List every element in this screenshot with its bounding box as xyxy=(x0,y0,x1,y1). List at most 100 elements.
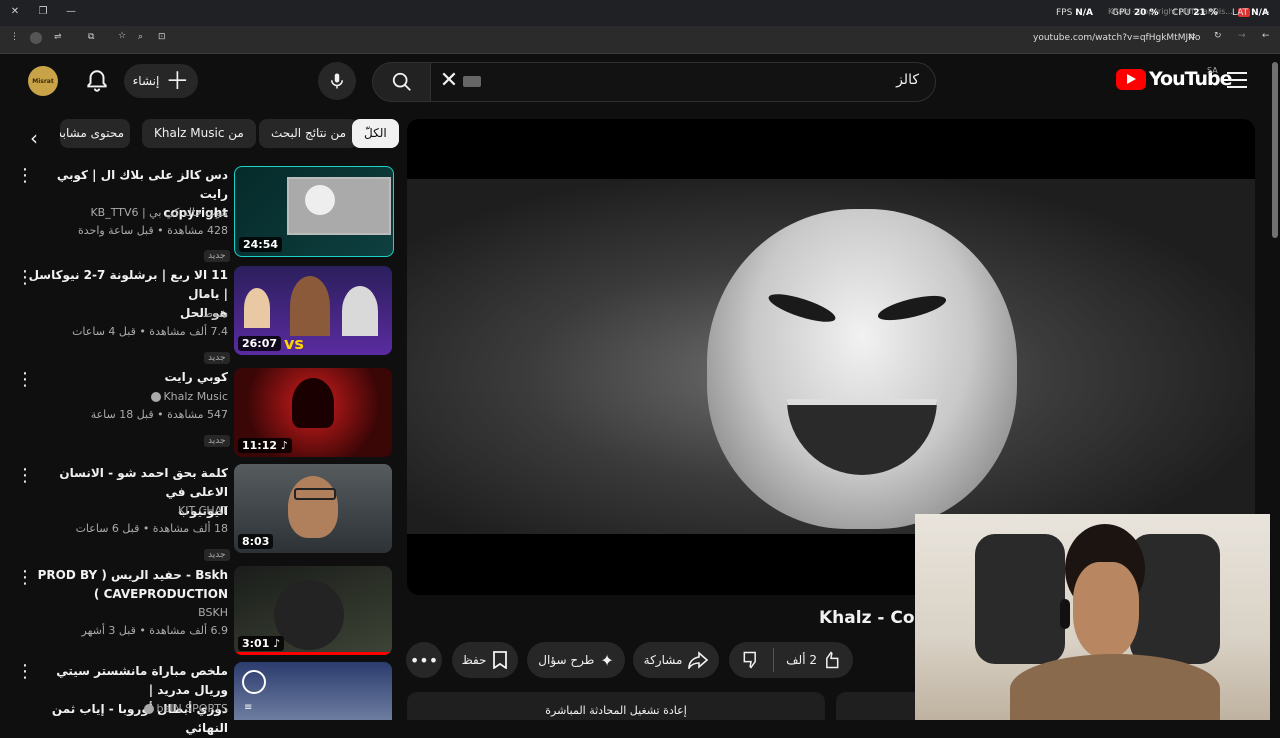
verified-icon xyxy=(144,704,155,714)
reload-icon[interactable]: ↻ xyxy=(1214,31,1222,41)
new-badge: جديد xyxy=(204,542,230,561)
video-title[interactable]: كوبي رايت xyxy=(28,368,228,387)
mask-face xyxy=(707,209,1017,529)
hamburger-menu-icon[interactable] xyxy=(1227,72,1247,88)
bell-icon[interactable] xyxy=(84,68,110,94)
search-icon xyxy=(392,72,411,91)
extensions-icon[interactable]: ⇌ xyxy=(54,32,62,42)
thumbnail[interactable]: 8:03 xyxy=(234,464,392,553)
chip-all[interactable]: الكلّ xyxy=(352,119,399,148)
video-duration: 11:12 ♪ xyxy=(238,438,292,453)
voice-search-button[interactable] xyxy=(318,62,356,100)
more-options-button[interactable]: ••• xyxy=(406,642,442,678)
forward-icon[interactable]: → xyxy=(1238,31,1246,41)
channel-name[interactable]: KIT CHAT xyxy=(28,502,228,520)
new-badge: جديد xyxy=(204,428,230,447)
like-count: 2 ألف xyxy=(786,653,817,667)
clear-search-icon[interactable]: ✕ xyxy=(437,69,461,93)
chevron-down-icon[interactable]: ⌄ xyxy=(1260,5,1274,19)
channel-name[interactable]: Khalz Music xyxy=(28,388,228,406)
thumbnail[interactable]: ≡ xyxy=(234,662,392,720)
video-duration: 24:54 xyxy=(239,237,283,252)
chair-back-right xyxy=(1130,534,1220,664)
thumbnail[interactable]: 11:12 ♪ xyxy=(234,368,392,457)
url-text[interactable]: youtube.com/watch?v=qfHgkMtMJNo xyxy=(1033,33,1200,43)
search-button[interactable] xyxy=(372,62,432,102)
share-button[interactable]: مشاركة xyxy=(633,642,719,678)
thumbnail[interactable]: 3:01 ♪ xyxy=(234,566,392,655)
video-meta: 6.9 ألف مشاهدة • قبل 3 أشهر xyxy=(81,624,229,637)
install-icon[interactable]: ⊡ xyxy=(158,32,166,42)
avatar[interactable]: Misrat xyxy=(28,66,58,96)
thumbnail[interactable]: vs 26:07 xyxy=(234,266,392,355)
profile-icon[interactable] xyxy=(30,32,42,44)
cpu-stat: CPU 21 % xyxy=(1172,8,1218,18)
sparkle-icon: ✦ xyxy=(600,650,614,670)
tabs-icon[interactable]: ⧉ xyxy=(88,32,94,42)
chips-scroll-left-icon[interactable]: ‹ xyxy=(30,126,38,150)
channel-name[interactable]: شوط xyxy=(28,305,228,323)
ask-label: طرح سؤال xyxy=(538,653,595,667)
youtube-logo-icon[interactable] xyxy=(1116,69,1146,90)
chip-similar[interactable]: محتوى مشابه xyxy=(60,119,130,148)
watched-progress xyxy=(234,652,392,655)
page-scrollbar[interactable] xyxy=(1270,54,1280,720)
video-meta: 547 مشاهدة • قبل 18 ساعة xyxy=(90,408,228,421)
zoom-icon[interactable]: ⌕ xyxy=(138,32,143,42)
save-label: حفظ xyxy=(461,653,487,667)
verified-icon xyxy=(151,392,162,402)
like-icon xyxy=(826,651,839,669)
chat-panel xyxy=(836,692,926,720)
browser-titlebar: ✕ ❐ — Khalz - Copyright (Official Dis...… xyxy=(0,0,1280,26)
live-chat-replay-button[interactable]: إعادة تشغيل المحادثة المباشرة xyxy=(407,692,825,720)
restore-window-icon[interactable]: ❐ xyxy=(36,5,50,19)
like-button[interactable]: 2 ألف xyxy=(786,650,841,670)
back-icon[interactable]: ← xyxy=(1262,31,1270,41)
save-button[interactable]: حفظ xyxy=(452,642,518,678)
chair-back-left xyxy=(975,534,1065,664)
video-title[interactable]: Bskh - حفيد الريس ( PROD BY CAVEPRODUCTIO… xyxy=(28,566,228,604)
video-meta: 18 ألف مشاهدة • قبل 6 ساعات xyxy=(75,522,228,535)
region-code: SA xyxy=(1207,66,1218,75)
video-duration: 26:07 xyxy=(238,336,282,351)
face xyxy=(1073,562,1139,658)
bookmark-icon xyxy=(493,651,508,669)
menu-dots-icon[interactable]: ⋮ xyxy=(10,32,19,42)
create-plus-icon: ＋ xyxy=(165,67,190,95)
video-meta: 428 مشاهدة • قبل ساعة واحدة xyxy=(77,224,228,237)
address-bar: ⋮ ⇌ ⧉ ☆ ⌕ ⊡ youtube.com/watch?v=qfHgkMtM… xyxy=(0,26,1280,54)
dislike-icon[interactable] xyxy=(741,650,761,670)
share-label: مشاركة xyxy=(643,653,683,667)
channel-name[interactable]: بثوث خالد كي بي | KB_TTV6 xyxy=(28,204,228,222)
new-badge: جديد xyxy=(204,243,230,262)
fps-stat: FPS N/A xyxy=(1056,8,1093,18)
bookmark-star-icon[interactable]: ☆ xyxy=(118,31,126,41)
more-dots-icon: ••• xyxy=(409,650,439,670)
scrollbar-thumb[interactable] xyxy=(1272,62,1278,238)
create-label: إنشاء xyxy=(132,74,160,88)
minimize-window-icon[interactable]: — xyxy=(64,5,78,19)
microphone-icon xyxy=(331,73,343,89)
ask-button[interactable]: ✦ طرح سؤال xyxy=(527,642,625,678)
search-input[interactable]: ✕ كالز xyxy=(430,62,936,102)
translate-icon[interactable]: ⇄ xyxy=(1188,32,1196,42)
streamer-webcam xyxy=(915,514,1280,720)
queue-icon[interactable]: ≡ xyxy=(244,702,262,713)
clock-icon[interactable] xyxy=(242,670,266,694)
thumbnail-text: vs xyxy=(284,334,304,353)
close-window-icon[interactable]: ✕ xyxy=(8,5,22,19)
video-frame xyxy=(407,179,1255,534)
new-badge: جديد xyxy=(204,345,230,364)
headphones xyxy=(1060,599,1070,629)
like-dislike-group: 2 ألف xyxy=(729,642,853,678)
search-query: كالز xyxy=(896,72,919,88)
chip-from-channel[interactable]: من Khalz Music xyxy=(142,119,256,148)
channel-name[interactable]: beIN SPORTS xyxy=(28,700,228,718)
chip-from-search[interactable]: من نتائج البحث xyxy=(259,119,359,148)
youtube-logo-text[interactable]: YouTube xyxy=(1149,68,1232,90)
keyboard-icon[interactable] xyxy=(463,76,481,87)
channel-name[interactable]: BSKH xyxy=(28,604,228,622)
thumbnail[interactable]: 24:54 xyxy=(234,166,394,257)
create-button[interactable]: ＋ إنشاء xyxy=(124,64,198,98)
avatar-text: Misrat xyxy=(32,77,54,85)
